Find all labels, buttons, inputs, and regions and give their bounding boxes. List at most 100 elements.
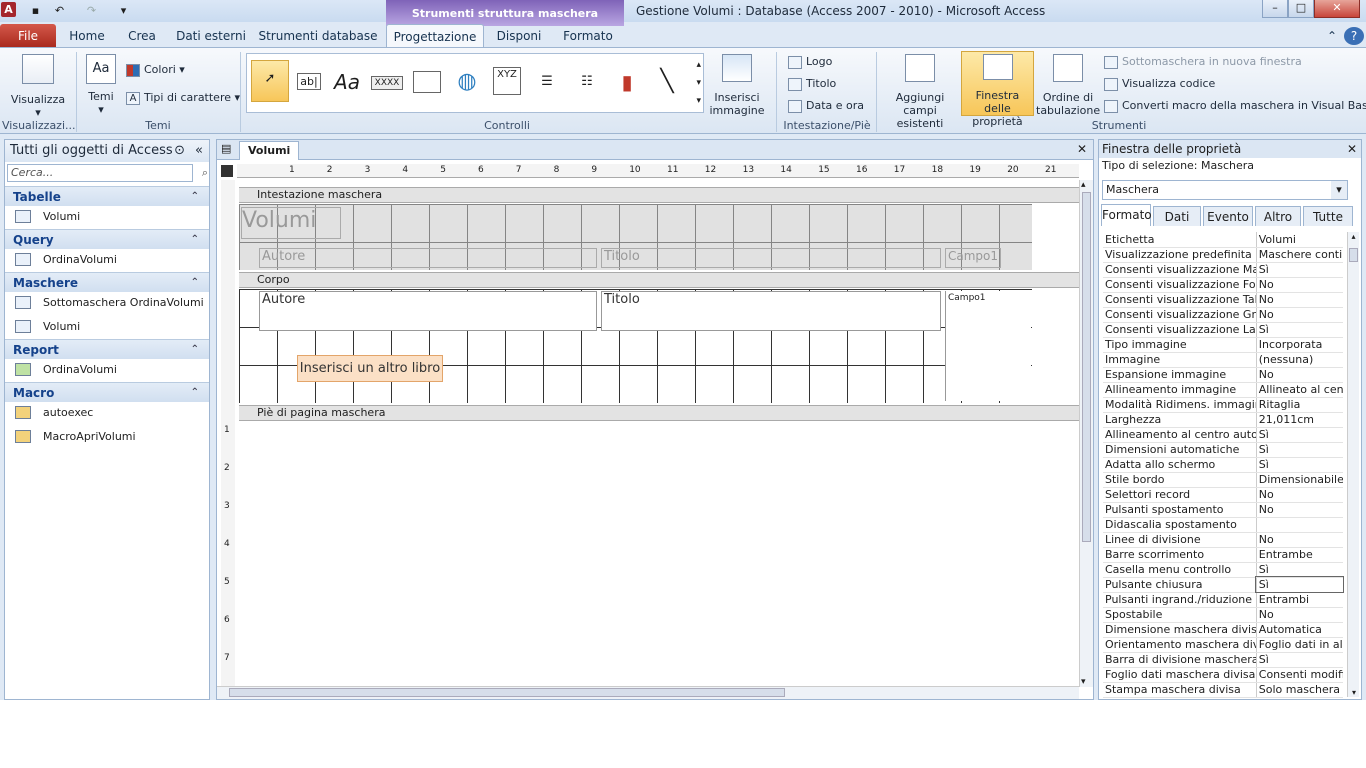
close-button[interactable]: ✕ bbox=[1314, 0, 1360, 18]
tab-formato-props[interactable]: Formato bbox=[1101, 204, 1152, 226]
close-document-icon[interactable]: ✕ bbox=[1077, 142, 1087, 156]
property-row[interactable]: Allineamento immagine Allineato al cent bbox=[1103, 382, 1343, 398]
redo-icon[interactable]: ↷ bbox=[84, 3, 99, 18]
section-footer-bar[interactable]: Piè di pagina maschera bbox=[239, 405, 1081, 421]
visualizza-codice-button[interactable]: Visualizza codice bbox=[1104, 77, 1215, 91]
property-value[interactable]: Sì bbox=[1256, 442, 1343, 458]
help-icon[interactable]: ? bbox=[1344, 27, 1364, 45]
titolo-button[interactable]: Titolo bbox=[788, 77, 836, 91]
property-value[interactable]: Sì bbox=[1256, 457, 1343, 473]
property-row[interactable]: Adatta allo schermo Sì bbox=[1103, 457, 1343, 473]
props-scroll-thumb[interactable] bbox=[1349, 248, 1358, 262]
close-property-sheet-icon[interactable]: ✕ bbox=[1347, 140, 1357, 158]
property-value[interactable]: No bbox=[1256, 367, 1343, 383]
header-label-titolo[interactable]: Titolo bbox=[601, 248, 941, 268]
property-value[interactable]: No bbox=[1256, 502, 1343, 518]
vscroll-thumb[interactable] bbox=[1082, 192, 1091, 542]
nav-item-macro-autoexec[interactable]: autoexec bbox=[5, 402, 209, 424]
property-value[interactable]: (nessuna) bbox=[1256, 352, 1343, 368]
property-value[interactable]: Volumi bbox=[1256, 232, 1343, 248]
property-row[interactable]: Orientamento maschera divis Foglio dati i… bbox=[1103, 637, 1343, 653]
property-value[interactable]: No bbox=[1256, 277, 1343, 293]
label-icon[interactable]: Aa bbox=[329, 64, 365, 100]
property-row[interactable]: Stampa maschera divisa Solo maschera bbox=[1103, 682, 1343, 698]
button-icon[interactable]: XXXX bbox=[369, 64, 405, 100]
property-value[interactable]: Ritaglia bbox=[1256, 397, 1343, 413]
object-selector[interactable]: Maschera ▾ bbox=[1102, 180, 1348, 200]
nav-item-macro-apri[interactable]: MacroApriVolumi bbox=[5, 426, 209, 448]
save-icon[interactable]: ▪ bbox=[28, 3, 43, 18]
property-value[interactable]: Entrambe bbox=[1256, 547, 1343, 563]
property-value[interactable]: Maschere contin bbox=[1256, 247, 1343, 263]
nav-item-form-volumi[interactable]: Volumi bbox=[5, 316, 209, 338]
tab-control-icon[interactable] bbox=[409, 64, 445, 100]
nav-item-query-ordinavolumi[interactable]: OrdinaVolumi bbox=[5, 249, 209, 271]
property-row[interactable]: Selettori record No bbox=[1103, 487, 1343, 503]
undo-icon[interactable]: ↶ bbox=[52, 3, 67, 18]
body-section-grid[interactable]: Autore Titolo Campo1 Inserisci un altro … bbox=[239, 289, 1032, 403]
collapse-nav-icon[interactable]: « bbox=[195, 140, 203, 162]
property-row[interactable]: Pulsante chiusura Sì bbox=[1103, 576, 1344, 593]
nav-section-report[interactable]: Report ⌃ bbox=[5, 339, 209, 359]
search-icon[interactable]: ⌕ bbox=[202, 165, 208, 181]
property-value[interactable] bbox=[1256, 517, 1343, 533]
property-row[interactable]: Foglio dati maschera divisa Consenti modi… bbox=[1103, 667, 1343, 683]
select-arrow-icon[interactable]: ➚ bbox=[251, 60, 289, 102]
property-row[interactable]: Etichetta Volumi bbox=[1103, 232, 1343, 248]
property-row[interactable]: Pulsanti spostamento No bbox=[1103, 502, 1343, 518]
property-row[interactable]: Consenti visualizzazione Layo Sì bbox=[1103, 322, 1343, 338]
property-row[interactable]: Immagine (nessuna) bbox=[1103, 352, 1343, 368]
tab-disponi[interactable]: Disponi bbox=[490, 24, 548, 48]
inserisci-libro-button[interactable]: Inserisci un altro libro bbox=[297, 355, 443, 382]
property-row[interactable]: Stile bordo Dimensionabile bbox=[1103, 472, 1343, 488]
logo-button[interactable]: Logo bbox=[788, 55, 832, 69]
gallery-scroll-icon[interactable]: ▴ ▾ ▾ bbox=[696, 56, 701, 110]
field-titolo[interactable]: Titolo bbox=[601, 291, 941, 331]
property-row[interactable]: Espansione immagine No bbox=[1103, 367, 1343, 383]
converti-macro-button[interactable]: Converti macro della maschera in Visual … bbox=[1104, 99, 1366, 113]
tab-progettazione[interactable]: Progettazione bbox=[386, 24, 484, 48]
property-row[interactable]: Larghezza 21,011cm bbox=[1103, 412, 1343, 428]
property-value[interactable]: Sì bbox=[1256, 562, 1343, 578]
header-label-autore[interactable]: Autore bbox=[259, 248, 597, 268]
chart-icon[interactable]: ▮ bbox=[609, 64, 645, 100]
property-row[interactable]: Casella menu controllo Sì bbox=[1103, 562, 1343, 578]
section-body-bar[interactable]: Corpo bbox=[239, 272, 1081, 288]
vertical-scrollbar[interactable]: ▴ ▾ bbox=[1079, 180, 1093, 687]
property-row[interactable]: Barre scorrimento Entrambe bbox=[1103, 547, 1343, 563]
customize-qat-icon[interactable]: ▾ bbox=[116, 3, 131, 18]
nav-section-tabelle[interactable]: Tabelle ⌃ bbox=[5, 186, 209, 206]
nav-item-table-volumi[interactable]: Volumi bbox=[5, 206, 209, 228]
tab-formato[interactable]: Formato bbox=[556, 24, 620, 48]
property-value[interactable]: No bbox=[1256, 292, 1343, 308]
access-logo-icon[interactable]: A bbox=[1, 2, 16, 17]
property-value[interactable]: Dimensionabile bbox=[1256, 472, 1343, 488]
header-section-grid[interactable]: Volumi Autore Titolo Campo1 bbox=[239, 204, 1032, 270]
property-value[interactable]: Entrambi bbox=[1256, 592, 1343, 608]
tab-dati-esterni[interactable]: Dati esterni bbox=[172, 24, 250, 48]
tab-file[interactable]: File bbox=[0, 24, 56, 48]
property-value[interactable]: Sì bbox=[1256, 427, 1343, 443]
maximize-button[interactable]: □ bbox=[1288, 0, 1314, 18]
line-icon[interactable]: ╲ bbox=[649, 64, 685, 100]
property-row[interactable]: Pulsanti ingrand./riduzione Entrambi bbox=[1103, 592, 1343, 608]
property-value[interactable]: Sì bbox=[1255, 576, 1344, 593]
hyperlink-globe-icon[interactable]: ◍ bbox=[449, 64, 485, 100]
property-value[interactable]: Foglio dati in al bbox=[1256, 637, 1343, 653]
tab-home[interactable]: Home bbox=[64, 24, 110, 48]
property-value[interactable]: No bbox=[1256, 307, 1343, 323]
field-autore[interactable]: Autore bbox=[259, 291, 597, 331]
nav-section-macro[interactable]: Macro ⌃ bbox=[5, 382, 209, 402]
property-value[interactable]: Solo maschera bbox=[1256, 682, 1343, 698]
property-row[interactable]: Allineamento al centro autom Sì bbox=[1103, 427, 1343, 443]
property-value[interactable]: Sì bbox=[1256, 322, 1343, 338]
nav-item-form-sottomaschera[interactable]: Sottomaschera OrdinaVolumi bbox=[5, 292, 209, 314]
header-label-campo1[interactable]: Campo1 bbox=[945, 248, 1001, 268]
property-row[interactable]: Visualizzazione predefinita Maschere cont… bbox=[1103, 247, 1343, 263]
property-row[interactable]: Dimensione maschera divisa Automatica bbox=[1103, 622, 1343, 638]
property-value[interactable]: No bbox=[1256, 607, 1343, 623]
header-title-label[interactable]: Volumi bbox=[241, 207, 341, 239]
tab-strumenti-database[interactable]: Strumenti database bbox=[258, 24, 378, 48]
nav-search-input[interactable]: Cerca... ⌕ bbox=[7, 164, 208, 182]
property-value[interactable]: No bbox=[1256, 487, 1343, 503]
